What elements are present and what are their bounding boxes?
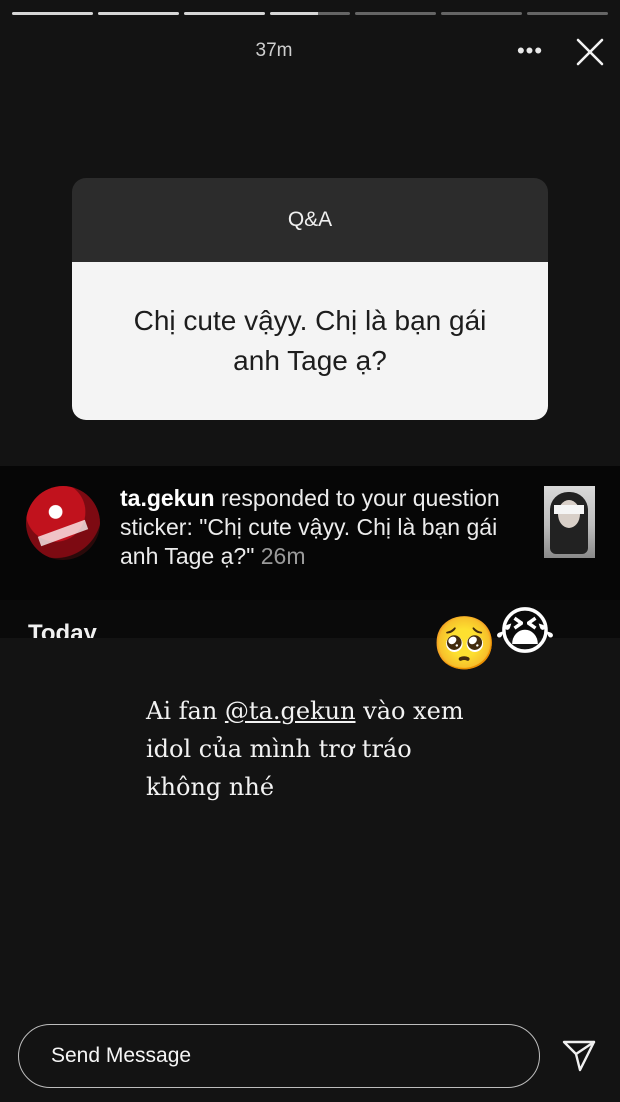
qa-question: Chị cute vậyy. Chị là bạn gái anh Tage ạ… xyxy=(72,262,548,420)
progress-segment xyxy=(183,12,265,15)
crying-face-emoji: 😭 xyxy=(494,602,556,662)
close-button[interactable] xyxy=(572,34,608,70)
close-icon xyxy=(576,38,604,66)
progress-segment-current xyxy=(269,12,351,15)
story-progress-bar xyxy=(12,12,609,15)
caption-mention[interactable]: @ta.gekun xyxy=(225,697,356,725)
progress-segment xyxy=(97,12,179,15)
progress-segment xyxy=(441,12,523,15)
story-thumbnail[interactable] xyxy=(544,486,595,558)
send-message-placeholder: Send Message xyxy=(51,1044,192,1067)
send-icon xyxy=(562,1040,596,1072)
notification-text: ta.gekun responded to your question stic… xyxy=(120,484,520,571)
progress-segment xyxy=(527,12,609,15)
send-message-input[interactable]: Send Message xyxy=(18,1024,540,1088)
response-notification[interactable]: ta.gekun responded to your question stic… xyxy=(0,466,620,600)
today-label: Today xyxy=(28,620,97,638)
pleading-face-emoji: 🥺 xyxy=(432,614,497,674)
avatar[interactable] xyxy=(26,486,100,560)
send-button[interactable] xyxy=(560,1036,598,1074)
notification-time: 26m xyxy=(260,543,306,569)
story-caption: Ai fan @ta.gekun vào xem idol của mình t… xyxy=(146,692,486,806)
qa-sticker[interactable]: Q&A Chị cute vậyy. Chị là bạn gái anh Ta… xyxy=(72,178,548,420)
progress-segment xyxy=(355,12,437,15)
progress-segment xyxy=(12,12,93,15)
story-time: 37m xyxy=(255,40,293,61)
qa-title: Q&A xyxy=(72,178,548,262)
more-icon: ••• xyxy=(516,38,544,63)
more-options-button[interactable]: ••• xyxy=(512,36,548,66)
caption-prefix: Ai fan xyxy=(146,697,225,725)
notification-username[interactable]: ta.gekun xyxy=(120,485,215,511)
